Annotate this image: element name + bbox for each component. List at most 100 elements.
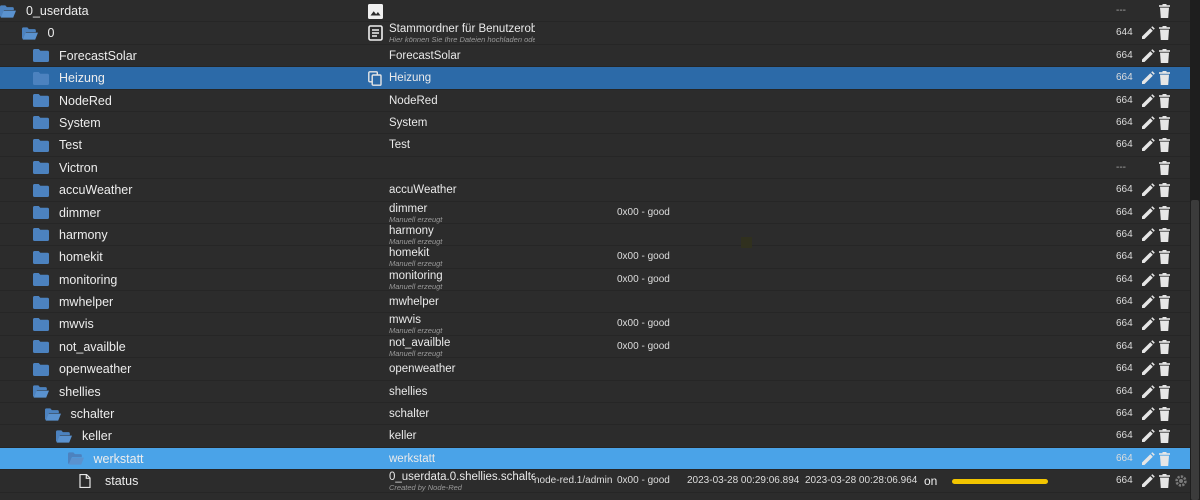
tree-row[interactable]: Heizung Heizung 664 bbox=[0, 67, 1190, 90]
tree-row[interactable]: werkstatt werkstatt 664 bbox=[0, 447, 1190, 471]
tree-row[interactable]: shellies shellies 664 bbox=[0, 381, 1190, 404]
tree-row[interactable]: harmony harmony Manuell erzeugt 664 bbox=[0, 224, 1190, 247]
tree-row[interactable]: 0 Stammordner für BenutzerobjekteHier kön… bbox=[0, 22, 1190, 45]
object-name[interactable]: System bbox=[33, 112, 101, 134]
acl-value: 664 bbox=[1116, 251, 1133, 263]
trash-icon[interactable] bbox=[1159, 425, 1171, 447]
tree-row[interactable]: ForecastSolar ForecastSolar 664 bbox=[0, 45, 1190, 68]
object-name[interactable]: dimmer bbox=[33, 202, 101, 224]
trash-icon[interactable] bbox=[1159, 22, 1171, 44]
tree-row[interactable]: NodeRed NodeRed 664 bbox=[0, 90, 1190, 112]
trash-icon[interactable] bbox=[1159, 45, 1171, 67]
pencil-icon[interactable] bbox=[1141, 313, 1155, 335]
trash-icon[interactable] bbox=[1159, 202, 1171, 224]
pencil-icon[interactable] bbox=[1141, 224, 1155, 246]
pencil-icon[interactable] bbox=[1141, 425, 1155, 447]
object-name[interactable]: schalter bbox=[44, 403, 114, 425]
object-name[interactable]: mwhelper bbox=[33, 291, 113, 313]
trash-icon[interactable] bbox=[1159, 358, 1171, 380]
object-name[interactable]: 0 bbox=[21, 22, 54, 44]
trash-icon[interactable] bbox=[1159, 179, 1171, 201]
tree-row[interactable]: dimmer dimmer Manuell erzeugt 0x00 - good 66… bbox=[0, 202, 1190, 224]
object-status: 0x00 - good bbox=[617, 206, 670, 218]
object-name[interactable]: Test bbox=[33, 134, 82, 156]
trash-icon[interactable] bbox=[1159, 112, 1171, 134]
pencil-icon[interactable] bbox=[1141, 246, 1155, 268]
tree-row[interactable]: accuWeather accuWeather 664 bbox=[0, 179, 1190, 202]
object-name[interactable]: mwvis bbox=[33, 313, 94, 335]
pencil-icon[interactable] bbox=[1141, 179, 1155, 201]
pencil-icon[interactable] bbox=[1141, 448, 1155, 470]
title-text: shellies bbox=[389, 385, 428, 398]
trash-icon[interactable] bbox=[1159, 67, 1171, 89]
object-name[interactable]: homekit bbox=[33, 246, 103, 268]
object-name[interactable]: NodeRed bbox=[33, 90, 112, 112]
object-name-label: dimmer bbox=[59, 205, 101, 220]
value-bar[interactable] bbox=[952, 479, 1048, 485]
trash-icon[interactable] bbox=[1159, 269, 1171, 291]
object-name-label: System bbox=[59, 115, 101, 130]
trash-icon[interactable] bbox=[1159, 0, 1171, 22]
folder-open-icon bbox=[0, 4, 16, 18]
pencil-icon[interactable] bbox=[1141, 403, 1155, 425]
tree-row[interactable]: status 0_userdata.0.shellies.schalter.kel… bbox=[0, 470, 1190, 493]
tree-row[interactable]: keller keller 664 bbox=[0, 425, 1190, 448]
object-name[interactable]: Heizung bbox=[33, 67, 105, 89]
trash-icon[interactable] bbox=[1159, 336, 1171, 358]
object-name[interactable]: not_availble bbox=[33, 336, 126, 358]
object-name[interactable]: accuWeather bbox=[33, 179, 132, 201]
trash-icon[interactable] bbox=[1159, 403, 1171, 425]
tree-row[interactable]: monitoring monitoring Manuell erzeugt 0x00 … bbox=[0, 269, 1190, 292]
object-name[interactable]: ForecastSolar bbox=[33, 45, 137, 67]
scrollbar-thumb[interactable] bbox=[1191, 200, 1199, 500]
gear-icon[interactable] bbox=[1174, 470, 1188, 492]
trash-icon[interactable] bbox=[1159, 313, 1171, 335]
object-name[interactable]: status bbox=[79, 470, 138, 492]
object-name[interactable]: Victron bbox=[33, 157, 98, 179]
pencil-icon[interactable] bbox=[1141, 269, 1155, 291]
tree-row[interactable]: openweather openweather 664 bbox=[0, 358, 1190, 381]
object-name[interactable]: werkstatt bbox=[67, 448, 144, 470]
pencil-icon[interactable] bbox=[1141, 202, 1155, 224]
trash-icon[interactable] bbox=[1159, 448, 1171, 470]
tree-row[interactable]: schalter schalter 664 bbox=[0, 403, 1190, 426]
object-name-label: ForecastSolar bbox=[59, 48, 137, 63]
trash-icon[interactable] bbox=[1159, 157, 1171, 179]
trash-icon[interactable] bbox=[1159, 381, 1171, 403]
object-name[interactable]: shellies bbox=[33, 381, 101, 403]
trash-icon[interactable] bbox=[1159, 90, 1171, 112]
pencil-icon[interactable] bbox=[1141, 470, 1155, 492]
pencil-icon[interactable] bbox=[1141, 134, 1155, 156]
pencil-icon[interactable] bbox=[1141, 381, 1155, 403]
object-name[interactable]: openweather bbox=[33, 358, 131, 380]
object-name[interactable]: 0_userdata bbox=[0, 0, 89, 22]
tree-row[interactable]: mwhelper mwhelper 664 bbox=[0, 291, 1190, 314]
pencil-icon[interactable] bbox=[1141, 90, 1155, 112]
tree-row[interactable]: homekit homekit Manuell erzeugt 0x00 - good… bbox=[0, 246, 1190, 269]
title-text: Heizung bbox=[389, 72, 432, 85]
pencil-icon[interactable] bbox=[1141, 22, 1155, 44]
title-text: mwhelper bbox=[389, 296, 439, 309]
trash-icon[interactable] bbox=[1159, 134, 1171, 156]
acl-value: 664 bbox=[1116, 273, 1133, 285]
tree-row[interactable]: not_availble not_availble Manuell erzeugt 0… bbox=[0, 336, 1190, 359]
pencil-icon[interactable] bbox=[1141, 291, 1155, 313]
tree-row[interactable]: System System 664 bbox=[0, 112, 1190, 135]
tree-row[interactable]: 0_userdata --- bbox=[0, 0, 1190, 23]
object-name[interactable]: monitoring bbox=[33, 269, 117, 291]
pencil-icon[interactable] bbox=[1141, 67, 1155, 89]
tree-row[interactable]: Victron --- bbox=[0, 157, 1190, 180]
tree-row[interactable]: mwvis mwvis Manuell erzeugt 0x00 - good 664 bbox=[0, 313, 1190, 336]
trash-icon[interactable] bbox=[1159, 470, 1171, 492]
pencil-icon[interactable] bbox=[1141, 336, 1155, 358]
pencil-icon[interactable] bbox=[1141, 45, 1155, 67]
trash-icon[interactable] bbox=[1159, 291, 1171, 313]
object-name[interactable]: harmony bbox=[33, 224, 108, 246]
tree-row[interactable]: Test Test 664 bbox=[0, 134, 1190, 157]
trash-icon[interactable] bbox=[1159, 224, 1171, 246]
pencil-icon[interactable] bbox=[1141, 112, 1155, 134]
folder-icon bbox=[33, 71, 49, 85]
pencil-icon[interactable] bbox=[1141, 358, 1155, 380]
object-name[interactable]: keller bbox=[56, 425, 112, 447]
trash-icon[interactable] bbox=[1159, 246, 1171, 268]
